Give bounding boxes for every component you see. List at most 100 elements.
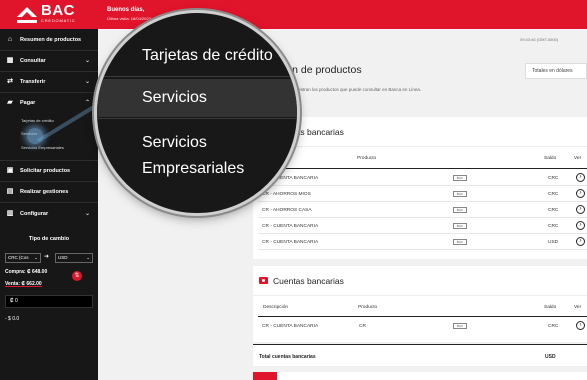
account-description: CR - CUENTA BANCARIA	[262, 240, 319, 245]
account-description: CR - AHORROS CASA	[262, 208, 312, 213]
column-header-balance: Saldo	[544, 305, 557, 310]
fx-from-value: CRC (Cos	[8, 255, 29, 260]
logo-mark-icon	[17, 7, 37, 23]
magnified-item-servicios: Servicios	[97, 79, 297, 117]
accounts-card: Cuentas bancarias Descripción Producto S…	[253, 266, 587, 342]
account-description: CR - AHORROS MIOS	[262, 192, 311, 197]
chevron-down-icon: ⌄	[86, 255, 90, 260]
table-row[interactable]: CR - CUENTA BANCARIA BAC CRC ›	[258, 170, 587, 186]
arrow-circle-icon[interactable]: ›	[576, 237, 585, 246]
magnified-item-servicios-empresariales: Servicios Empresariales	[142, 134, 245, 177]
sidebar-item-label: Pagar	[20, 100, 36, 106]
bac-badge: BAC	[453, 223, 467, 229]
column-header-product: Producto	[358, 305, 378, 310]
request-icon: ▣	[6, 167, 14, 174]
sidebar-item-label: Resumen de productos	[20, 37, 82, 43]
bac-logo[interactable]: BAC CREDOMATIC	[17, 2, 79, 26]
sidebar-item-gestiones[interactable]: ▤ Realizar gestiones	[0, 182, 98, 202]
arrow-circle-icon[interactable]: ›	[576, 221, 585, 230]
fx-to-select[interactable]: USD ⌄	[55, 253, 93, 263]
sidebar-item-configurar[interactable]: ▥ Configurar ⌄	[0, 204, 98, 224]
account-currency: CRC	[548, 176, 559, 181]
grid-icon: ▦	[6, 57, 14, 64]
fx-result: - $ 0.0	[5, 316, 20, 322]
fx-from-select[interactable]: CRC (Cos ⌄	[5, 253, 41, 263]
last-visit: Última visita: 18/04/2023	[107, 16, 151, 21]
total-bar: Total cuentas bancarias USD	[253, 344, 587, 366]
sidebar-item-transferir[interactable]: ⇄ Transferir ⌄	[0, 72, 98, 92]
sidebar-subitem-servicios-empresariales[interactable]: Servicios Empresariales	[21, 145, 64, 150]
account-currency: USD	[548, 240, 559, 245]
sidebar-item-solicitar[interactable]: ▣ Solicitar productos	[0, 161, 98, 181]
home-icon: ⌂	[7, 36, 13, 43]
column-header-balance: Saldo	[544, 156, 557, 161]
currency-select[interactable]: Totales en dólares	[525, 63, 587, 79]
top-bar: BAC CREDOMATIC Buenos días, Última visit…	[0, 0, 587, 29]
table-row[interactable]: CR - CUENTA BANCARIA BAC CRC ›	[258, 218, 587, 234]
account-currency: CRC	[548, 324, 559, 329]
arrow-circle-icon[interactable]: ›	[576, 173, 585, 182]
arrow-circle-icon[interactable]: ›	[576, 321, 585, 330]
bac-badge: BAC	[453, 175, 467, 181]
account-description: CR - CUENTA BANCARIA	[262, 324, 319, 329]
accounts-card: Cuentas bancarias Descripción Producto S…	[253, 117, 587, 259]
magnified-item-tarjetas: Tarjetas de crédito	[142, 47, 273, 64]
arrow-right-icon: ➜	[44, 254, 50, 260]
settings-icon: ▥	[6, 210, 14, 217]
fx-sell-rate: Venta: ₡ 662.00	[5, 281, 42, 287]
table-row[interactable]: CR - CUENTA BANCARIA CR BAC CRC ›	[258, 318, 587, 334]
table-row[interactable]: CR - AHORROS CASA BAC CRC ›	[258, 202, 587, 218]
account-description: CR - CUENTA BANCARIA	[262, 224, 319, 229]
arrow-circle-icon[interactable]: ›	[576, 205, 585, 214]
magnifier-overlay: Tarjetas de crédito Servicios Servicios …	[97, 13, 297, 213]
chevron-down-icon: ⌄	[84, 58, 90, 64]
logo-subtext: CREDOMATIC	[41, 18, 76, 23]
card-title: Cuentas bancarias	[273, 276, 344, 286]
sidebar-item-label: Solicitar productos	[20, 168, 71, 174]
fx-amount-input[interactable]: ₡ 0	[5, 295, 93, 308]
card-header: Cuentas bancarias	[253, 117, 587, 147]
sidebar-item-resumen[interactable]: ⌂ Resumen de productos	[0, 30, 98, 50]
chevron-down-icon: ⌄	[84, 79, 90, 85]
chevron-down-icon: ⌄	[84, 211, 90, 217]
bac-badge: BAC	[453, 239, 467, 245]
cursor-highlight	[27, 128, 43, 144]
arrow-circle-icon[interactable]: ›	[576, 189, 585, 198]
total-currency: USD	[545, 354, 556, 360]
card-header: Cuentas bancarias	[253, 266, 587, 296]
account-product: CR	[359, 324, 366, 329]
next-card-peek	[253, 372, 587, 380]
bank-account-icon	[259, 277, 268, 284]
sidebar-item-label: Transferir	[20, 79, 46, 85]
transfer-icon: ⇄	[7, 78, 13, 85]
swap-icon[interactable]: ⇅	[72, 271, 82, 281]
table-row[interactable]: CR - CUENTA BANCARIA BAC USD ›	[258, 234, 587, 250]
piggy-bank-icon: ▰	[7, 99, 13, 106]
account-currency: CRC	[548, 208, 559, 213]
total-label: Total cuentas bancarias	[259, 354, 316, 360]
logo-text: BAC	[41, 2, 75, 19]
account-currency: CRC	[548, 224, 559, 229]
sidebar-item-consultar[interactable]: ▦ Consultar ⌄	[0, 51, 98, 71]
table-row[interactable]: CR - AHORROS MIOS BAC CRC ›	[258, 186, 587, 202]
briefcase-icon: ▤	[6, 188, 14, 195]
fx-to-value: USD	[58, 255, 68, 260]
sidebar-item-label: Consultar	[20, 58, 46, 64]
column-header-description: Descripción	[263, 305, 289, 310]
sidebar-item-label: Realizar gestiones	[20, 189, 69, 195]
fx-title: Tipo de cambio	[28, 236, 70, 242]
column-header-view: Ver	[574, 156, 582, 161]
greeting: Buenos días,	[107, 7, 145, 13]
card-accent	[253, 372, 277, 380]
bac-badge: BAC	[453, 207, 467, 213]
column-header-product: Producto	[357, 156, 377, 161]
bac-badge: BAC	[453, 323, 467, 329]
sidebar-item-label: Configurar	[20, 211, 49, 217]
account-currency: CRC	[548, 192, 559, 197]
bac-badge: BAC	[453, 191, 467, 197]
sidebar: ⌂ Resumen de productos ▦ Consultar ⌄ ⇄ T…	[0, 29, 98, 380]
timestamp: 09:43:46 (GMT-0600)	[520, 37, 559, 42]
fx-buy-rate: Compra: ₡ 648.00	[5, 269, 48, 275]
chevron-down-icon: ⌄	[34, 255, 38, 260]
column-header-view: Ver	[574, 305, 582, 310]
